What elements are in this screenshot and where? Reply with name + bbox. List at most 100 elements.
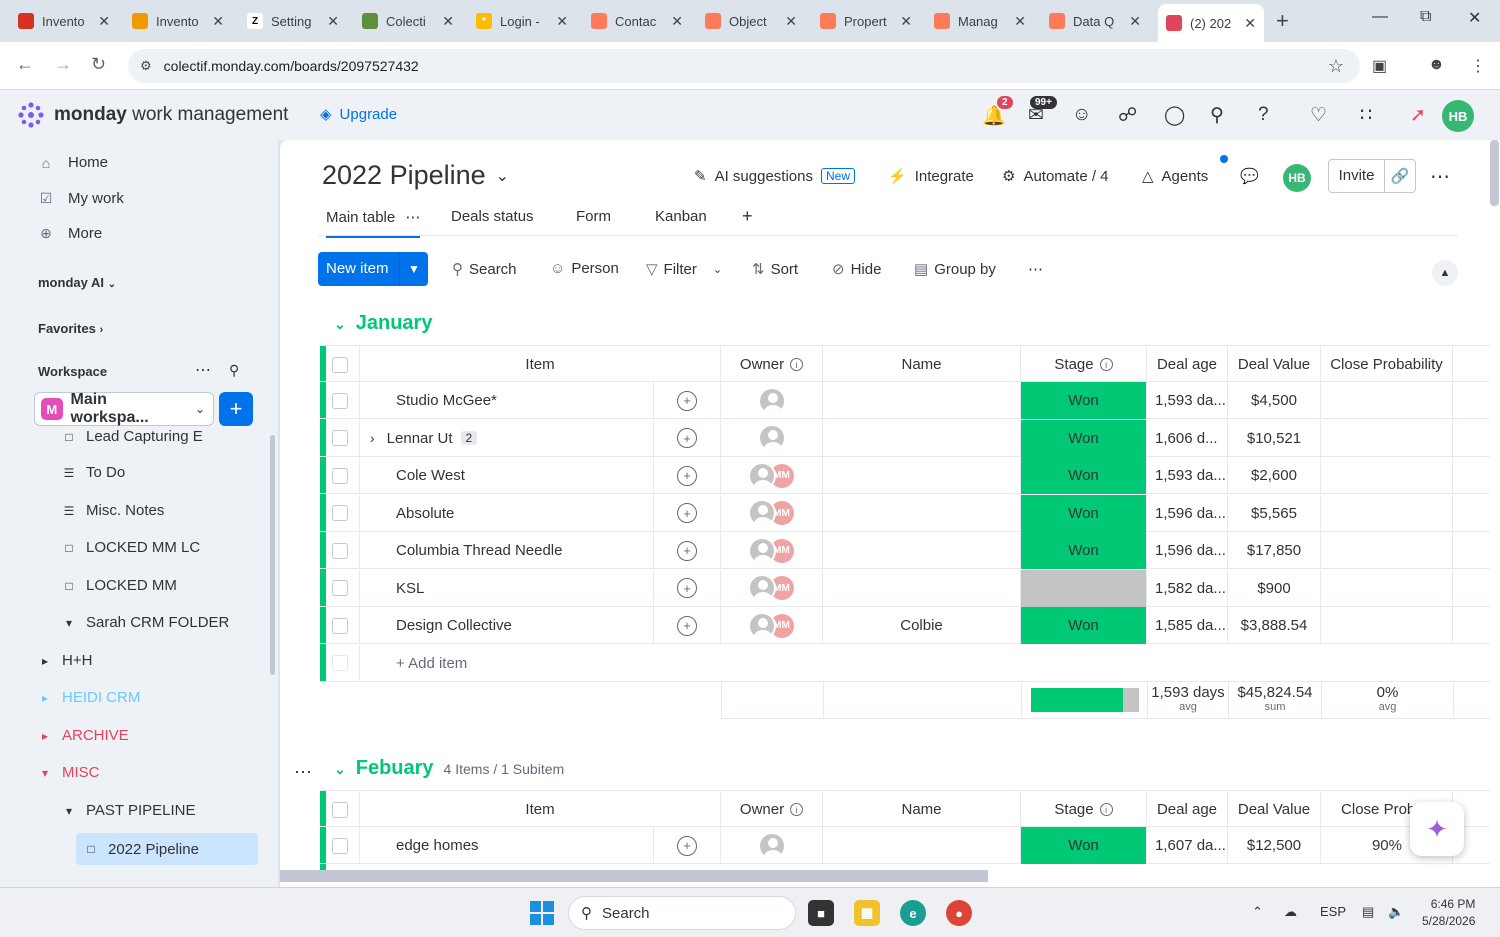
item-name[interactable]: KSL	[396, 580, 424, 597]
group-by-button[interactable]: ▤ Group by	[914, 260, 996, 279]
collapse-header-icon[interactable]: ▲	[1432, 260, 1458, 286]
browser-tab[interactable]: (2) 202 ✕	[1158, 4, 1264, 42]
select-all-cell[interactable]	[320, 346, 360, 383]
close-tab-icon[interactable]: ✕	[671, 13, 683, 30]
sidebar-tree-item[interactable]: ▸ HEIDI CRM	[38, 689, 140, 706]
sidebar-tree-item[interactable]: □ LOCKED MM	[62, 577, 176, 594]
stage-status-cell[interactable]	[1021, 569, 1147, 607]
sidebar-tree-item[interactable]: ▾ Sarah CRM FOLDER	[62, 614, 229, 631]
edge-icon[interactable]: e	[900, 900, 926, 926]
heart-icon[interactable]: ♡	[1310, 104, 1327, 127]
table-row[interactable]: edge homes + Won 1,607 da... $12,500 90%	[320, 827, 1490, 864]
item-name[interactable]: edge homes	[396, 837, 479, 854]
column-header-item[interactable]: Item	[360, 791, 721, 828]
stage-status-cell[interactable]: Won	[1021, 607, 1147, 644]
deal-age-cell[interactable]: 1,596 da...	[1147, 532, 1228, 569]
link-icon[interactable]: 🔗	[1385, 167, 1415, 185]
taskbar-search[interactable]: ⚲ Search	[568, 896, 796, 930]
sidebar-favorites[interactable]: Favorites ›	[38, 321, 103, 336]
apps-grid-icon[interactable]: ∷	[1360, 104, 1372, 127]
close-probability-cell[interactable]	[1321, 532, 1453, 569]
item-name-cell[interactable]: edge homes	[360, 827, 654, 864]
item-name[interactable]: Studio McGee*	[396, 392, 497, 409]
deal-age-cell[interactable]: 1,607 da...	[1147, 827, 1228, 864]
item-updates-cell[interactable]: +	[654, 532, 721, 569]
network-icon[interactable]: ▤	[1362, 904, 1374, 920]
reload-icon[interactable]: ↻	[91, 54, 106, 75]
windows-start-icon[interactable]	[530, 901, 554, 925]
browser-tab[interactable]: Colecti ✕	[354, 6, 462, 36]
sidebar-tree-item[interactable]: ▾ MISC	[38, 764, 100, 781]
site-info-icon[interactable]: ⚙	[140, 58, 152, 74]
row-select-cell[interactable]	[320, 494, 360, 532]
column-header-close-probability[interactable]: Close Probability	[1321, 346, 1453, 383]
sidebar-tree-item[interactable]: □ 2022 Pipeline	[76, 833, 258, 865]
owner-cell[interactable]	[721, 382, 823, 419]
item-updates-cell[interactable]: +	[654, 569, 721, 607]
chevron-down-icon[interactable]: ▼	[400, 262, 428, 276]
select-all-checkbox[interactable]	[331, 356, 348, 373]
tab-kanban[interactable]: Kanban	[655, 208, 707, 225]
deal-value-cell[interactable]: $12,500	[1228, 827, 1321, 864]
row-checkbox[interactable]	[331, 617, 348, 634]
invite-member-icon[interactable]: ☺	[1072, 104, 1091, 126]
name-cell[interactable]	[823, 827, 1021, 864]
column-header-stage[interactable]: Stage i	[1021, 346, 1147, 383]
sort-button[interactable]: ⇅ Sort	[752, 260, 798, 279]
close-probability-cell[interactable]	[1321, 569, 1453, 607]
updates-icon[interactable]: 💬	[1240, 167, 1259, 185]
row-checkbox[interactable]	[331, 467, 348, 484]
url-field[interactable]: ⚙ colectif.monday.com/boards/2097527432 …	[128, 49, 1360, 83]
item-name[interactable]: Columbia Thread Needle	[396, 542, 563, 559]
name-cell[interactable]: Colbie	[823, 607, 1021, 644]
close-tab-icon[interactable]: ✕	[212, 13, 224, 30]
invite-button[interactable]: Invite 🔗	[1328, 159, 1416, 193]
column-header-deal-value[interactable]: Deal Value	[1228, 346, 1321, 383]
table-row[interactable]: › Lennar Ut 2 + Won 1,606 d... $10,521	[320, 419, 1490, 457]
group-options-icon[interactable]: ⋯	[294, 762, 312, 783]
item-updates-cell[interactable]: +	[654, 419, 721, 457]
info-icon[interactable]: i	[1099, 358, 1113, 371]
deal-age-cell[interactable]: 1,596 da...	[1147, 494, 1228, 532]
group-name[interactable]: January	[356, 312, 433, 335]
subitem-count-badge[interactable]: 2	[460, 431, 478, 445]
owner-cell[interactable]: MM	[721, 532, 823, 569]
hide-button[interactable]: ⊘ Hide	[832, 260, 881, 279]
close-tab-icon[interactable]: ✕	[1244, 15, 1256, 32]
name-cell[interactable]	[823, 532, 1021, 569]
select-all-cell[interactable]	[320, 791, 360, 828]
sidebar-tree-item[interactable]: ☰ Misc. Notes	[62, 502, 165, 519]
add-item-input[interactable]: + Add item	[360, 645, 1490, 682]
integrate-button[interactable]: ⚡ Integrate	[888, 167, 974, 186]
stage-status-cell[interactable]: Won	[1021, 457, 1147, 494]
item-name[interactable]: Cole West	[396, 467, 465, 484]
volume-icon[interactable]: 🔈	[1388, 904, 1404, 920]
close-probability-cell[interactable]	[1321, 494, 1453, 532]
deal-value-cell[interactable]: $17,850	[1228, 532, 1321, 569]
deal-value-cell[interactable]: $4,500	[1228, 382, 1321, 419]
row-select-cell[interactable]	[320, 607, 360, 644]
expand-subitems-icon[interactable]: ›	[370, 430, 375, 446]
item-name[interactable]: Lennar Ut	[387, 430, 453, 447]
browser-tab[interactable]: Manag ✕	[926, 6, 1034, 36]
browser-menu-icon[interactable]: ⋮	[1470, 56, 1486, 76]
tray-app-icon[interactable]: ☁	[1284, 904, 1297, 920]
close-probability-cell[interactable]	[1321, 607, 1453, 644]
group-header-january[interactable]: ⌄ January	[334, 312, 432, 335]
item-name-cell[interactable]: KSL	[360, 569, 654, 607]
column-header-item[interactable]: Item	[360, 346, 721, 383]
new-tab-button[interactable]: +	[1276, 8, 1289, 34]
tab-deals-status[interactable]: Deals status	[451, 208, 534, 225]
deal-value-cell[interactable]: $3,888.54	[1228, 607, 1321, 644]
toolbar-more-icon[interactable]: ⋯	[1028, 260, 1043, 278]
owner-cell[interactable]: MM	[721, 569, 823, 607]
row-checkbox[interactable]	[331, 392, 348, 409]
board-title[interactable]: 2022 Pipeline ⌄	[322, 160, 509, 191]
close-probability-cell[interactable]	[1321, 382, 1453, 419]
column-header-owner[interactable]: Owner i	[721, 791, 823, 828]
stage-status-cell[interactable]: Won	[1021, 382, 1147, 419]
cast-icon[interactable]: ▣	[1372, 56, 1387, 76]
row-checkbox[interactable]	[331, 580, 348, 596]
sidebar-monday-ai[interactable]: monday AI ⌄	[38, 275, 116, 290]
name-cell[interactable]	[823, 457, 1021, 494]
